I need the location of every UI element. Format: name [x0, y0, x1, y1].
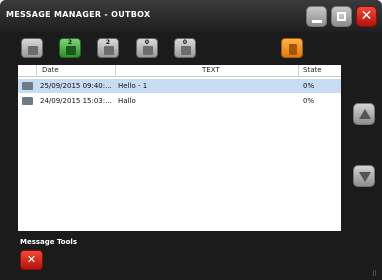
column-separator	[115, 65, 116, 76]
row-text: Hallo	[118, 97, 136, 105]
doc-icon	[181, 46, 191, 55]
alert-tool-button[interactable]	[281, 38, 303, 58]
row-date: 25/09/2015 09:40:...	[40, 82, 112, 90]
outbox-folder-button[interactable]: 2	[59, 38, 81, 58]
alert-doc-icon	[289, 44, 297, 55]
doc-icon	[143, 46, 153, 55]
table-row[interactable]: 25/09/2015 09:40:... Hello - 1 0%	[18, 79, 341, 93]
row-state: 0%	[303, 82, 315, 90]
message-doc-icon	[22, 82, 33, 90]
maximize-icon	[337, 12, 346, 21]
close-button[interactable]: ✕	[356, 6, 377, 27]
arrow-up-icon	[359, 109, 371, 119]
tool-badge: 2	[105, 39, 111, 46]
message-table: Date TEXT State 25/09/2015 09:40:... Hel…	[18, 65, 341, 231]
tool-badge: 2	[67, 39, 73, 46]
row-state: 0%	[303, 97, 315, 105]
delete-message-button[interactable]: ✕	[20, 250, 43, 270]
folder-2-button[interactable]: 2	[97, 38, 119, 58]
minimize-icon	[312, 20, 322, 23]
delete-message-icon: ✕	[26, 253, 37, 266]
maximize-button[interactable]	[331, 6, 352, 27]
table-row[interactable]: 24/09/2015 15:03:... Hallo 0%	[18, 94, 341, 108]
row-text: Hello - 1	[118, 82, 148, 90]
message-tools-label: Message Tools	[20, 238, 77, 246]
doc-icon	[66, 46, 76, 55]
scroll-down-button[interactable]	[353, 165, 375, 187]
pencil-doc-icon	[28, 46, 38, 55]
arrow-down-icon	[359, 172, 371, 182]
close-icon: ✕	[360, 8, 373, 24]
row-date: 24/09/2015 15:03:...	[40, 97, 112, 105]
doc-icon	[104, 46, 114, 55]
table-header: Date TEXT State	[18, 65, 341, 77]
title-bar: MESSAGE MANAGER - OUTBOX ✕	[0, 0, 382, 32]
folder-4-button[interactable]: 0	[174, 38, 196, 58]
window-title: MESSAGE MANAGER - OUTBOX	[6, 10, 151, 19]
column-separator	[298, 65, 299, 76]
tool-badge: 0	[182, 39, 188, 46]
column-date[interactable]: Date	[42, 66, 59, 74]
folder-3-button[interactable]: 0	[136, 38, 158, 58]
column-separator	[36, 65, 37, 76]
minimize-button[interactable]	[306, 6, 327, 27]
resize-grip-icon[interactable]: ⠿	[372, 270, 380, 278]
message-doc-icon	[22, 97, 33, 105]
scroll-up-button[interactable]	[353, 103, 375, 125]
column-text[interactable]: TEXT	[202, 66, 220, 74]
tool-badge: 0	[144, 39, 150, 46]
column-state[interactable]: State	[303, 66, 322, 74]
edit-message-button[interactable]	[21, 38, 43, 58]
